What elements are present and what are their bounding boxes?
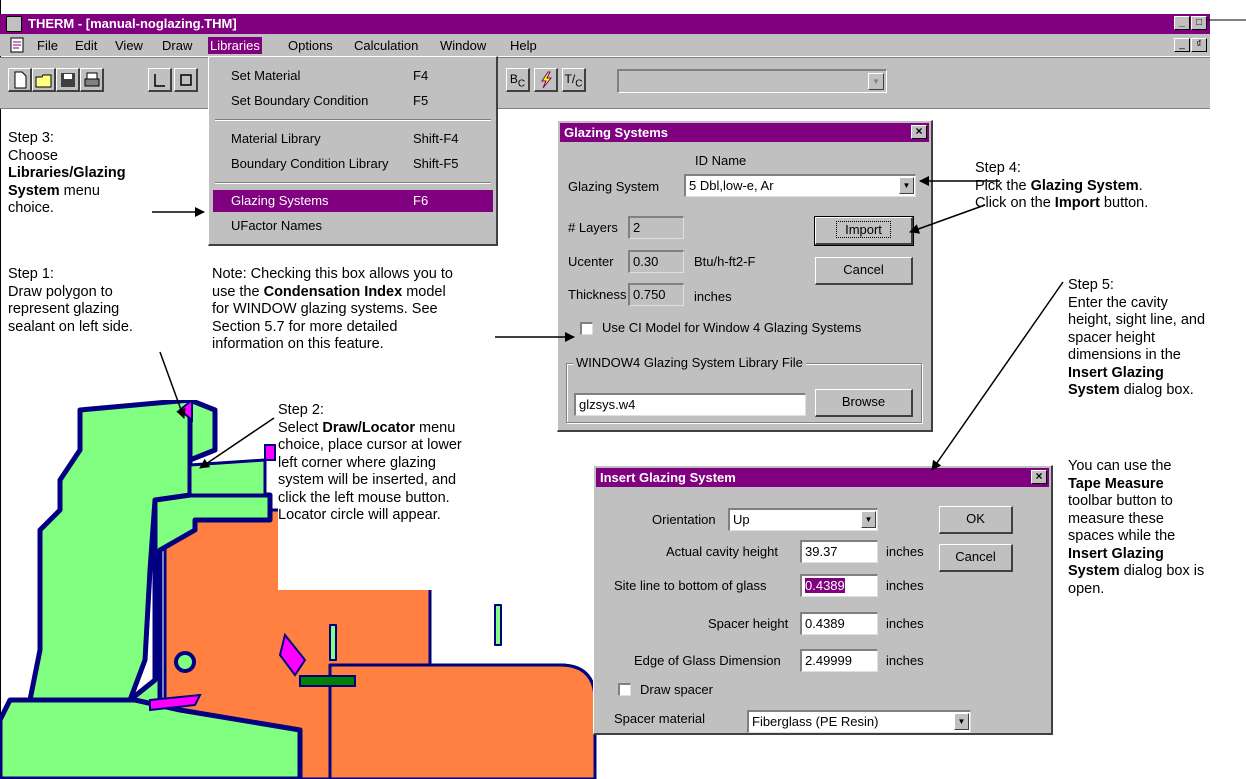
dialog-title: Glazing Systems [560,123,929,142]
menu-calculation[interactable]: Calculation [354,38,418,53]
menu-file[interactable]: File [37,38,58,53]
calculate-icon[interactable] [534,68,558,92]
library-file-group-label: WINDOW4 Glazing System Library File [573,355,806,370]
spacer-material-label: Spacer material [614,711,706,726]
maximize-button[interactable]: □ [1191,16,1207,30]
sightline-input[interactable]: 0.4389 [800,574,878,597]
browse-button[interactable]: Browse [815,389,913,417]
tape-measure-annotation: You can use the Tape Measure toolbar but… [1068,458,1205,597]
spacer-height-input[interactable]: 0.4389 [800,612,878,635]
ucenter-field[interactable]: 0.30 [628,250,684,273]
library-file-input[interactable]: glzsys.w4 [574,393,806,416]
step3-annotation: Step 3: Choose Libraries/Glazing System … [8,130,126,216]
import-button[interactable]: Import [814,216,914,246]
menu-window[interactable]: Window [440,38,486,53]
glazing-systems-dialog: Glazing Systems × ID Name Glazing System… [557,120,933,432]
step4-annotation: Step 4: Pick the Glazing System. Click o… [975,160,1149,211]
thickness-field[interactable]: 0.750 [628,283,684,306]
app-title: THERM - [manual-noglazing.THM] [28,16,237,31]
edge-of-glass-label: Edge of Glass Dimension [634,653,781,668]
ok-button[interactable]: OK [939,506,1013,534]
app-titlebar: THERM - [manual-noglazing.THM] _ □ [0,14,1210,34]
glazing-system-label: Glazing System [568,179,660,194]
minimize-button[interactable]: _ [1174,16,1190,30]
menu-item-boundary-condition-library[interactable]: Boundary Condition Library Shift-F5 [213,153,493,175]
cavity-height-input[interactable]: 39.37 [800,540,878,563]
orientation-label: Orientation [652,512,716,527]
menu-options[interactable]: Options [288,38,333,53]
menubar: File Edit View Draw Libraries Options Ca… [0,34,1210,56]
therm-app-icon[interactable] [6,16,22,32]
thickness-label: Thickness [568,287,627,302]
chevron-down-icon[interactable]: ▼ [861,511,876,528]
menu-item-set-material[interactable]: Set Material F4 [213,65,493,87]
menu-item-material-library[interactable]: Material Library Shift-F4 [213,128,493,150]
doc-restore-button[interactable]: ₫ [1191,38,1207,52]
dialog-title: Insert Glazing System [596,468,1049,487]
menu-separator [215,182,491,184]
cavity-height-unit: inches [886,544,924,559]
cancel-button[interactable]: Cancel [939,544,1013,572]
rectangle-icon[interactable] [174,68,198,92]
menu-item-ufactor-names[interactable]: UFactor Names [213,215,493,237]
print-icon[interactable] [80,68,104,92]
step1-annotation: Step 1: Draw polygon to represent glazin… [8,266,133,335]
toolbar: BC T/C ▼ [0,57,1210,109]
chevron-down-icon[interactable]: ▼ [868,73,884,90]
edge-of-glass-input[interactable]: 2.49999 [800,649,878,672]
menu-view[interactable]: View [115,38,143,53]
ci-note-annotation: Note: Checking this box allows you to us… [212,266,453,352]
menu-draw[interactable]: Draw [162,38,192,53]
cavity-height-label: Actual cavity height [666,544,779,559]
step5-annotation: Step 5: Enter the cavity height, sight l… [1068,277,1206,398]
spacer-height-label: Spacer height [708,616,789,631]
menu-item-set-boundary-condition[interactable]: Set Boundary Condition F5 [213,90,493,112]
sightline-label: Site line to bottom of glass [614,578,767,593]
edge-of-glass-unit: inches [886,653,924,668]
glazing-system-select[interactable]: 5 Dbl,low-e, Ar ▼ [684,174,916,197]
document-icon[interactable] [8,37,26,53]
thickness-unit: inches [694,289,732,304]
save-icon[interactable] [56,68,80,92]
open-icon[interactable] [32,68,56,92]
menu-separator [215,119,491,121]
boundary-condition-icon[interactable]: BC [506,68,530,92]
ci-model-label: Use CI Model for Window 4 Glazing System… [602,320,862,335]
sightline-unit: inches [886,578,924,593]
draw-spacer-checkbox[interactable] [618,683,631,696]
temperature-condition-icon[interactable]: T/C [562,68,586,92]
doc-minimize-button[interactable]: _ [1174,38,1190,52]
menu-item-glazing-systems[interactable]: Glazing Systems F6 [213,190,493,212]
id-name-header: ID Name [695,153,747,168]
ucenter-unit: Btu/h-ft2-F [694,254,756,269]
layers-field[interactable]: 2 [628,216,684,239]
cancel-button[interactable]: Cancel [815,257,913,285]
menu-libraries[interactable]: Libraries [208,37,262,54]
new-icon[interactable] [8,68,32,92]
chevron-down-icon[interactable]: ▼ [954,713,969,730]
insert-glazing-system-dialog: Insert Glazing System × Orientation Up ▼… [593,465,1053,735]
locator-icon[interactable] [148,68,172,92]
maximize-callout-line [1206,19,1246,21]
menu-help[interactable]: Help [510,38,537,53]
toolbar-material-combo[interactable]: ▼ [617,69,887,93]
chevron-down-icon[interactable]: ▼ [899,177,914,194]
ucenter-label: Ucenter [568,254,614,269]
layers-label: # Layers [568,220,618,235]
ci-model-checkbox[interactable] [580,322,593,335]
spacer-material-select[interactable]: Fiberglass (PE Resin) ▼ [747,710,971,733]
libraries-menu: Set Material F4 Set Boundary Condition F… [208,56,498,246]
menu-edit[interactable]: Edit [75,38,97,53]
close-icon[interactable]: × [1031,470,1047,484]
orientation-select[interactable]: Up ▼ [728,508,878,531]
spacer-height-unit: inches [886,616,924,631]
close-icon[interactable]: × [911,125,927,139]
step2-annotation: Step 2: Select Draw/Locator menu choice,… [278,402,462,523]
draw-spacer-label: Draw spacer [640,682,713,697]
